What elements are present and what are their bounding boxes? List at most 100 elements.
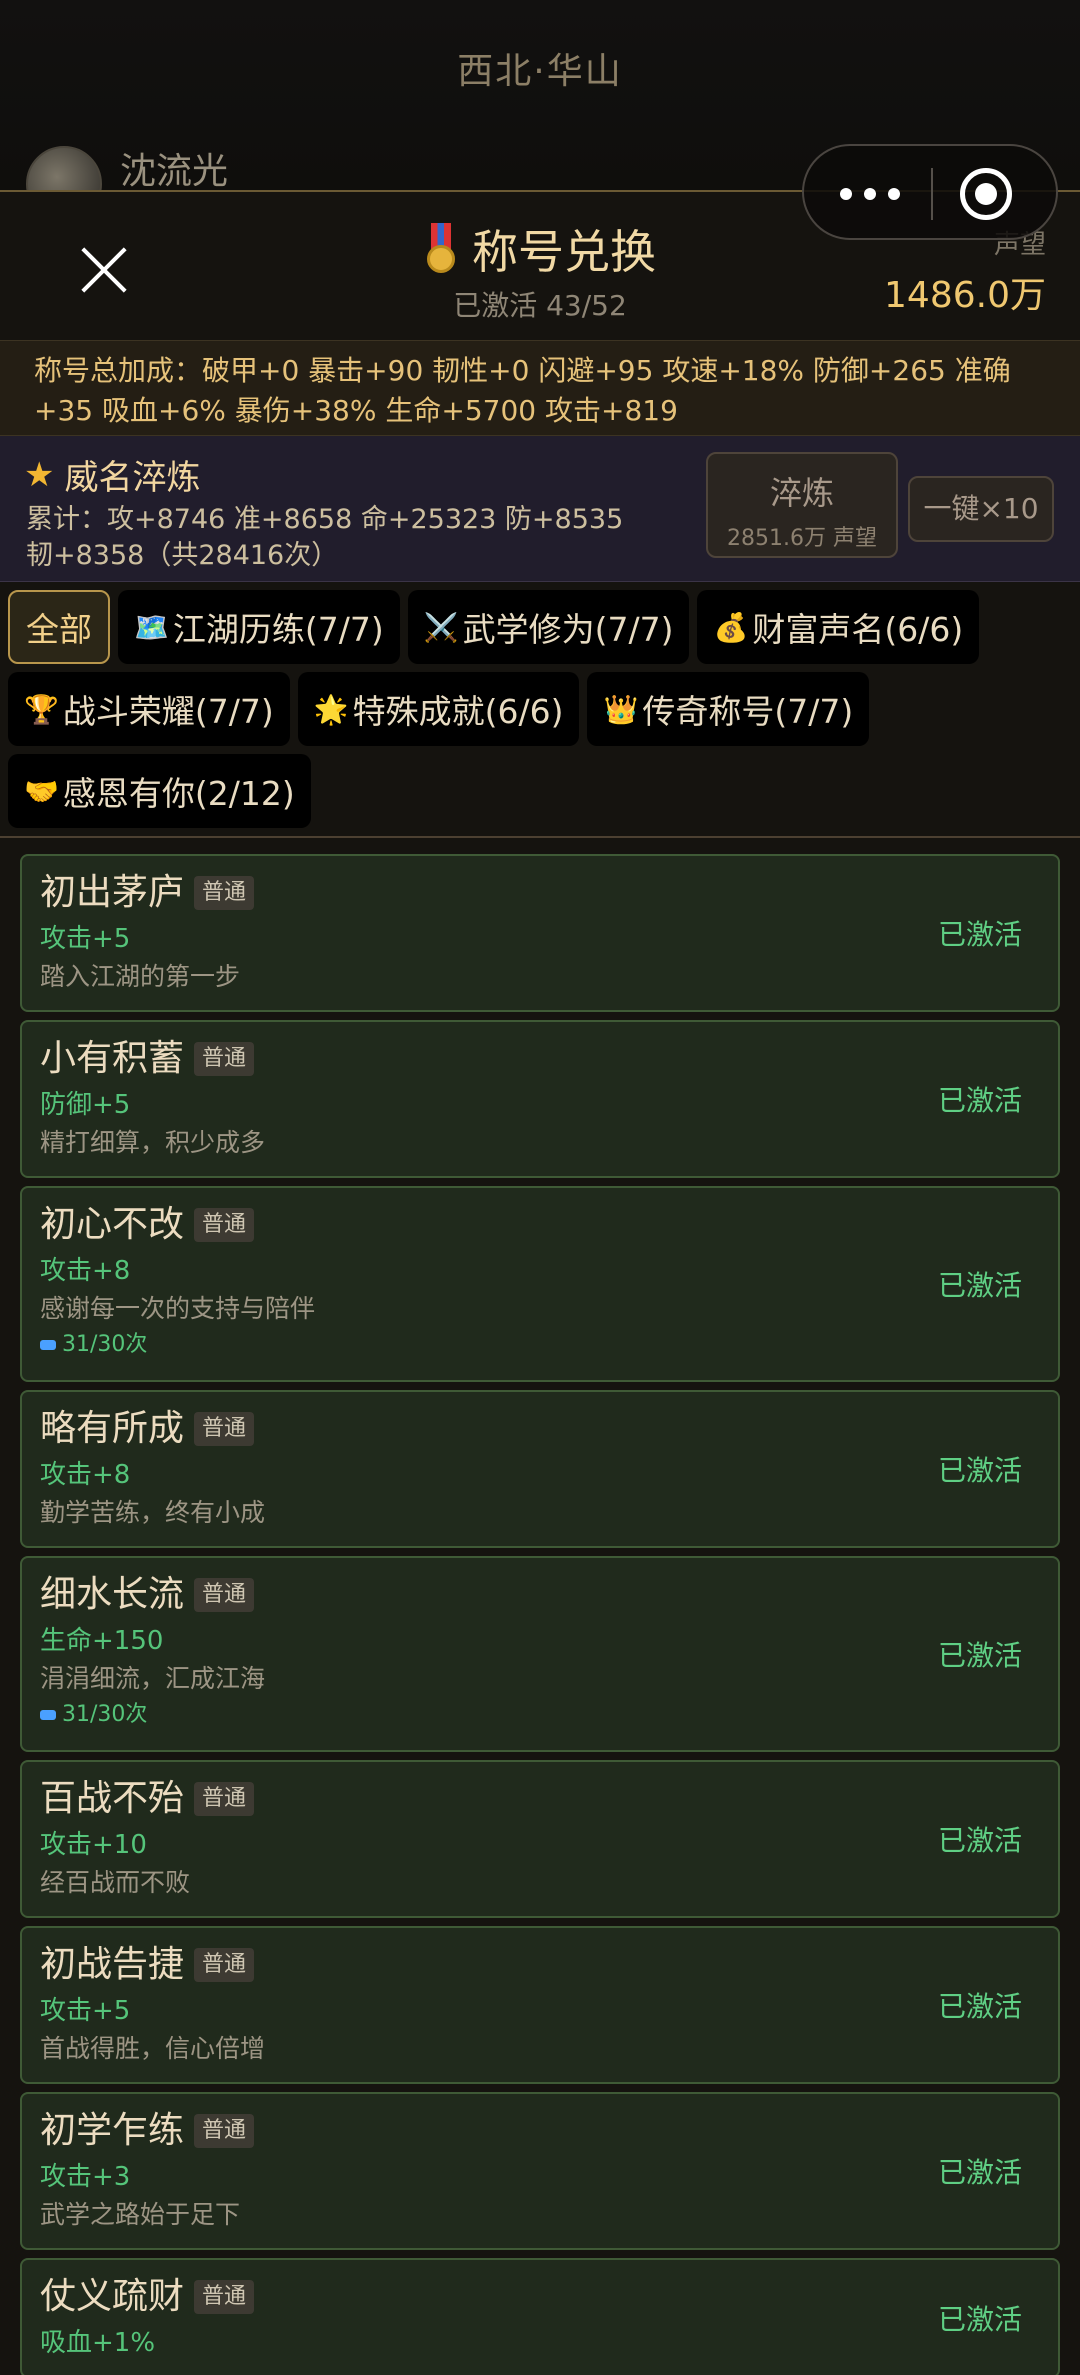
tab-7[interactable]: 🤝 感恩有你(2/12) [8, 754, 311, 828]
tab-label: 感恩有你(2/12) [62, 774, 295, 813]
tab-label: 财富声名(6/6) [752, 610, 964, 649]
title-name-text: 小有积蓄 [40, 1038, 185, 1079]
title-list: 初出茅庐 普通 攻击+5 踏入江湖的第一步 已激活 小有积蓄 普通 防御+5 精打细算，积少成多… [0, 838, 1080, 2375]
title-name: 小有积蓄 普通 [40, 1036, 1040, 1082]
player-name: 沈流光 [120, 151, 229, 192]
status-badge: 已激活 [937, 918, 1022, 951]
title-description: 首战得胜，信心倍增 [40, 2034, 266, 2063]
rarity-badge: 普通 [194, 1412, 255, 1446]
title-card[interactable]: 细水长流 普通 生命+150 涓涓细流，汇成江海 31/30次 已激活 [20, 1556, 1060, 1752]
tab-6[interactable]: 👑 传奇称号(7/7) [587, 672, 870, 746]
title-description: 经百战而不败 [40, 1868, 191, 1897]
title-description: 武学之路始于足下 [40, 2200, 241, 2229]
rarity-badge: 普通 [194, 2280, 255, 2314]
capsule-divider [931, 168, 933, 220]
title-name-text: 初心不改 [40, 1204, 185, 1245]
rarity-badge: 普通 [194, 1042, 255, 1076]
title-description: 踏入江湖的第一步 [40, 962, 241, 991]
medal-icon [424, 223, 458, 275]
close-miniprogram-icon[interactable] [960, 168, 1012, 220]
title-description: 勤学苦练，终有小成 [40, 1498, 266, 1527]
refine-button-cost: 2851.6万 声望 [727, 526, 877, 551]
refine-title: ★ 威名淬炼 [24, 450, 200, 499]
title-bonus: 生命+150 [40, 1626, 164, 1656]
tab-0[interactable]: 全部 [8, 590, 110, 664]
progress-icon [40, 1340, 56, 1350]
tab-5[interactable]: 🌟 特殊成就(6/6) [297, 672, 580, 746]
title-description: 涓涓细流，汇成江海 [40, 1664, 266, 1693]
status-badge: 已激活 [937, 1269, 1022, 1302]
title-bonus: 攻击+8 [40, 1256, 131, 1286]
title-card[interactable]: 初战告捷 普通攻击+5 首战得胜，信心倍增 已激活 [20, 1926, 1060, 2084]
tab-label: 全部 [26, 610, 92, 649]
tab-3[interactable]: 💰 财富声名(6/6) [697, 590, 980, 664]
title-name: 略有所成 普通 [40, 1406, 1040, 1452]
title-card[interactable]: 百战不殆 普通 攻击+10 经百战而不败 已激活 [20, 1760, 1060, 1918]
rarity-badge: 普通 [194, 2114, 255, 2148]
status-badge: 已激活 [937, 1454, 1022, 1487]
title-progress: 31/30次 [40, 1698, 1040, 1732]
title-description: 感谢每一次的支持与陪伴 [40, 1294, 316, 1323]
title-exchange-modal: 称号兑换 已激活 43/52 声望 1486.0万 称号总加成：破甲+0 暴击+… [0, 190, 1080, 2375]
title-name: 初心不改 普通 [40, 1202, 1040, 1248]
title-name-text: 仗义疏财 [40, 2276, 185, 2317]
title-card[interactable]: 小有积蓄 普通 防御+5 精打细算，积少成多 已激活 [20, 1020, 1060, 1178]
tab-1[interactable]: 🗺️ 江湖历练(7/7) [118, 590, 400, 664]
title-name-text: 细水长流 [40, 1574, 185, 1615]
more-icon[interactable] [840, 176, 900, 212]
title-name: 细水长流 普通 [40, 1572, 1040, 1618]
title-name-text: 百战不殆 [40, 1778, 185, 1819]
rarity-badge: 普通 [194, 876, 255, 910]
status-badge: 已激活 [937, 1990, 1022, 2023]
refine-title-text: 威名淬炼 [64, 458, 201, 498]
rarity-badge: 普通 [194, 1208, 255, 1242]
title-bonus: 攻击+5 [40, 924, 131, 954]
tab-label: 江湖历练(7/7) [172, 610, 384, 649]
title-name-text: 初学乍练 [40, 2110, 185, 2151]
title-name: 百战不殆 普通 [40, 1776, 1040, 1822]
progress-icon [40, 1710, 56, 1720]
tab-label: 特殊成就(6/6) [352, 692, 564, 731]
title-name: 初学乍练 普通 [40, 2108, 1040, 2154]
tab-2[interactable]: ⚔️ 武学修为(7/7) [407, 590, 690, 664]
tab-icon: 👑 [603, 692, 639, 726]
tab-icon: 🗺️ [134, 610, 169, 644]
title-bonus: 攻击+3 [40, 2162, 131, 2192]
title-card[interactable]: 初出茅庐 普通攻击+5 踏入江湖的第一步 已激活 [20, 854, 1060, 1012]
status-badge: 已激活 [937, 2303, 1022, 2336]
title-name-text: 略有所成 [40, 1408, 185, 1449]
modal-title-text: 称号兑换 [472, 225, 656, 279]
title-card[interactable]: 略有所成 普通攻击+8 勤学苦练，终有小成 已激活 [20, 1390, 1060, 1548]
refine-x10-button[interactable]: 一键×10 [908, 476, 1054, 542]
title-name: 初出茅庐 普通 [40, 870, 1040, 916]
refine-panel: ★ 威名淬炼 累计：攻+8746 准+8658 命+25323 防+8535 韧… [0, 436, 1080, 582]
status-badge: 已激活 [937, 2156, 1022, 2189]
tab-label: 武学修为(7/7) [462, 610, 674, 649]
title-card[interactable]: 初心不改 普通攻击+8 感谢每一次的支持与陪伴 31/30次 已激活 [20, 1186, 1060, 1382]
modal-title: 称号兑换 [424, 216, 656, 282]
reputation-value: 1486.0万 [884, 275, 1046, 316]
refine-button[interactable]: 淬炼 2851.6万 声望 [706, 452, 898, 558]
title-card[interactable]: 初学乍练 普通攻击+3 武学之路始于足下 已激活 [20, 2092, 1060, 2250]
title-name: 仗义疏财 普通 [40, 2274, 1040, 2320]
tab-4[interactable]: 🏆 战斗荣耀(7/7) [8, 672, 290, 746]
tab-icon: 🏆 [24, 692, 59, 726]
tab-icon: 🌟 [313, 692, 349, 726]
tab-icon: 💰 [713, 610, 749, 644]
star-icon: ★ [24, 454, 55, 495]
title-bonus: 攻击+8 [40, 1460, 131, 1490]
rarity-badge: 普通 [194, 1782, 255, 1816]
title-progress: 31/30次 [40, 1328, 1040, 1362]
title-bonus: 吸血+1% [40, 2328, 156, 2358]
location-title: 西北·华山 [457, 51, 623, 92]
title-card[interactable]: 仗义疏财 普通吸血+1% 已激活 [20, 2258, 1060, 2375]
title-name-text: 初出茅庐 [40, 872, 185, 913]
title-bonus: 攻击+5 [40, 1996, 131, 2026]
refine-stats: 累计：攻+8746 准+8658 命+25323 防+8535 韧+8358（共… [26, 504, 624, 571]
rarity-badge: 普通 [194, 1578, 255, 1612]
tab-label: 传奇称号(7/7) [642, 692, 854, 731]
title-name: 初战告捷 普通 [40, 1942, 1040, 1988]
refine-button-label: 淬炼 [769, 474, 834, 512]
tab-label: 战斗荣耀(7/7) [62, 692, 274, 731]
title-progress-text: 31/30次 [62, 1332, 148, 1357]
